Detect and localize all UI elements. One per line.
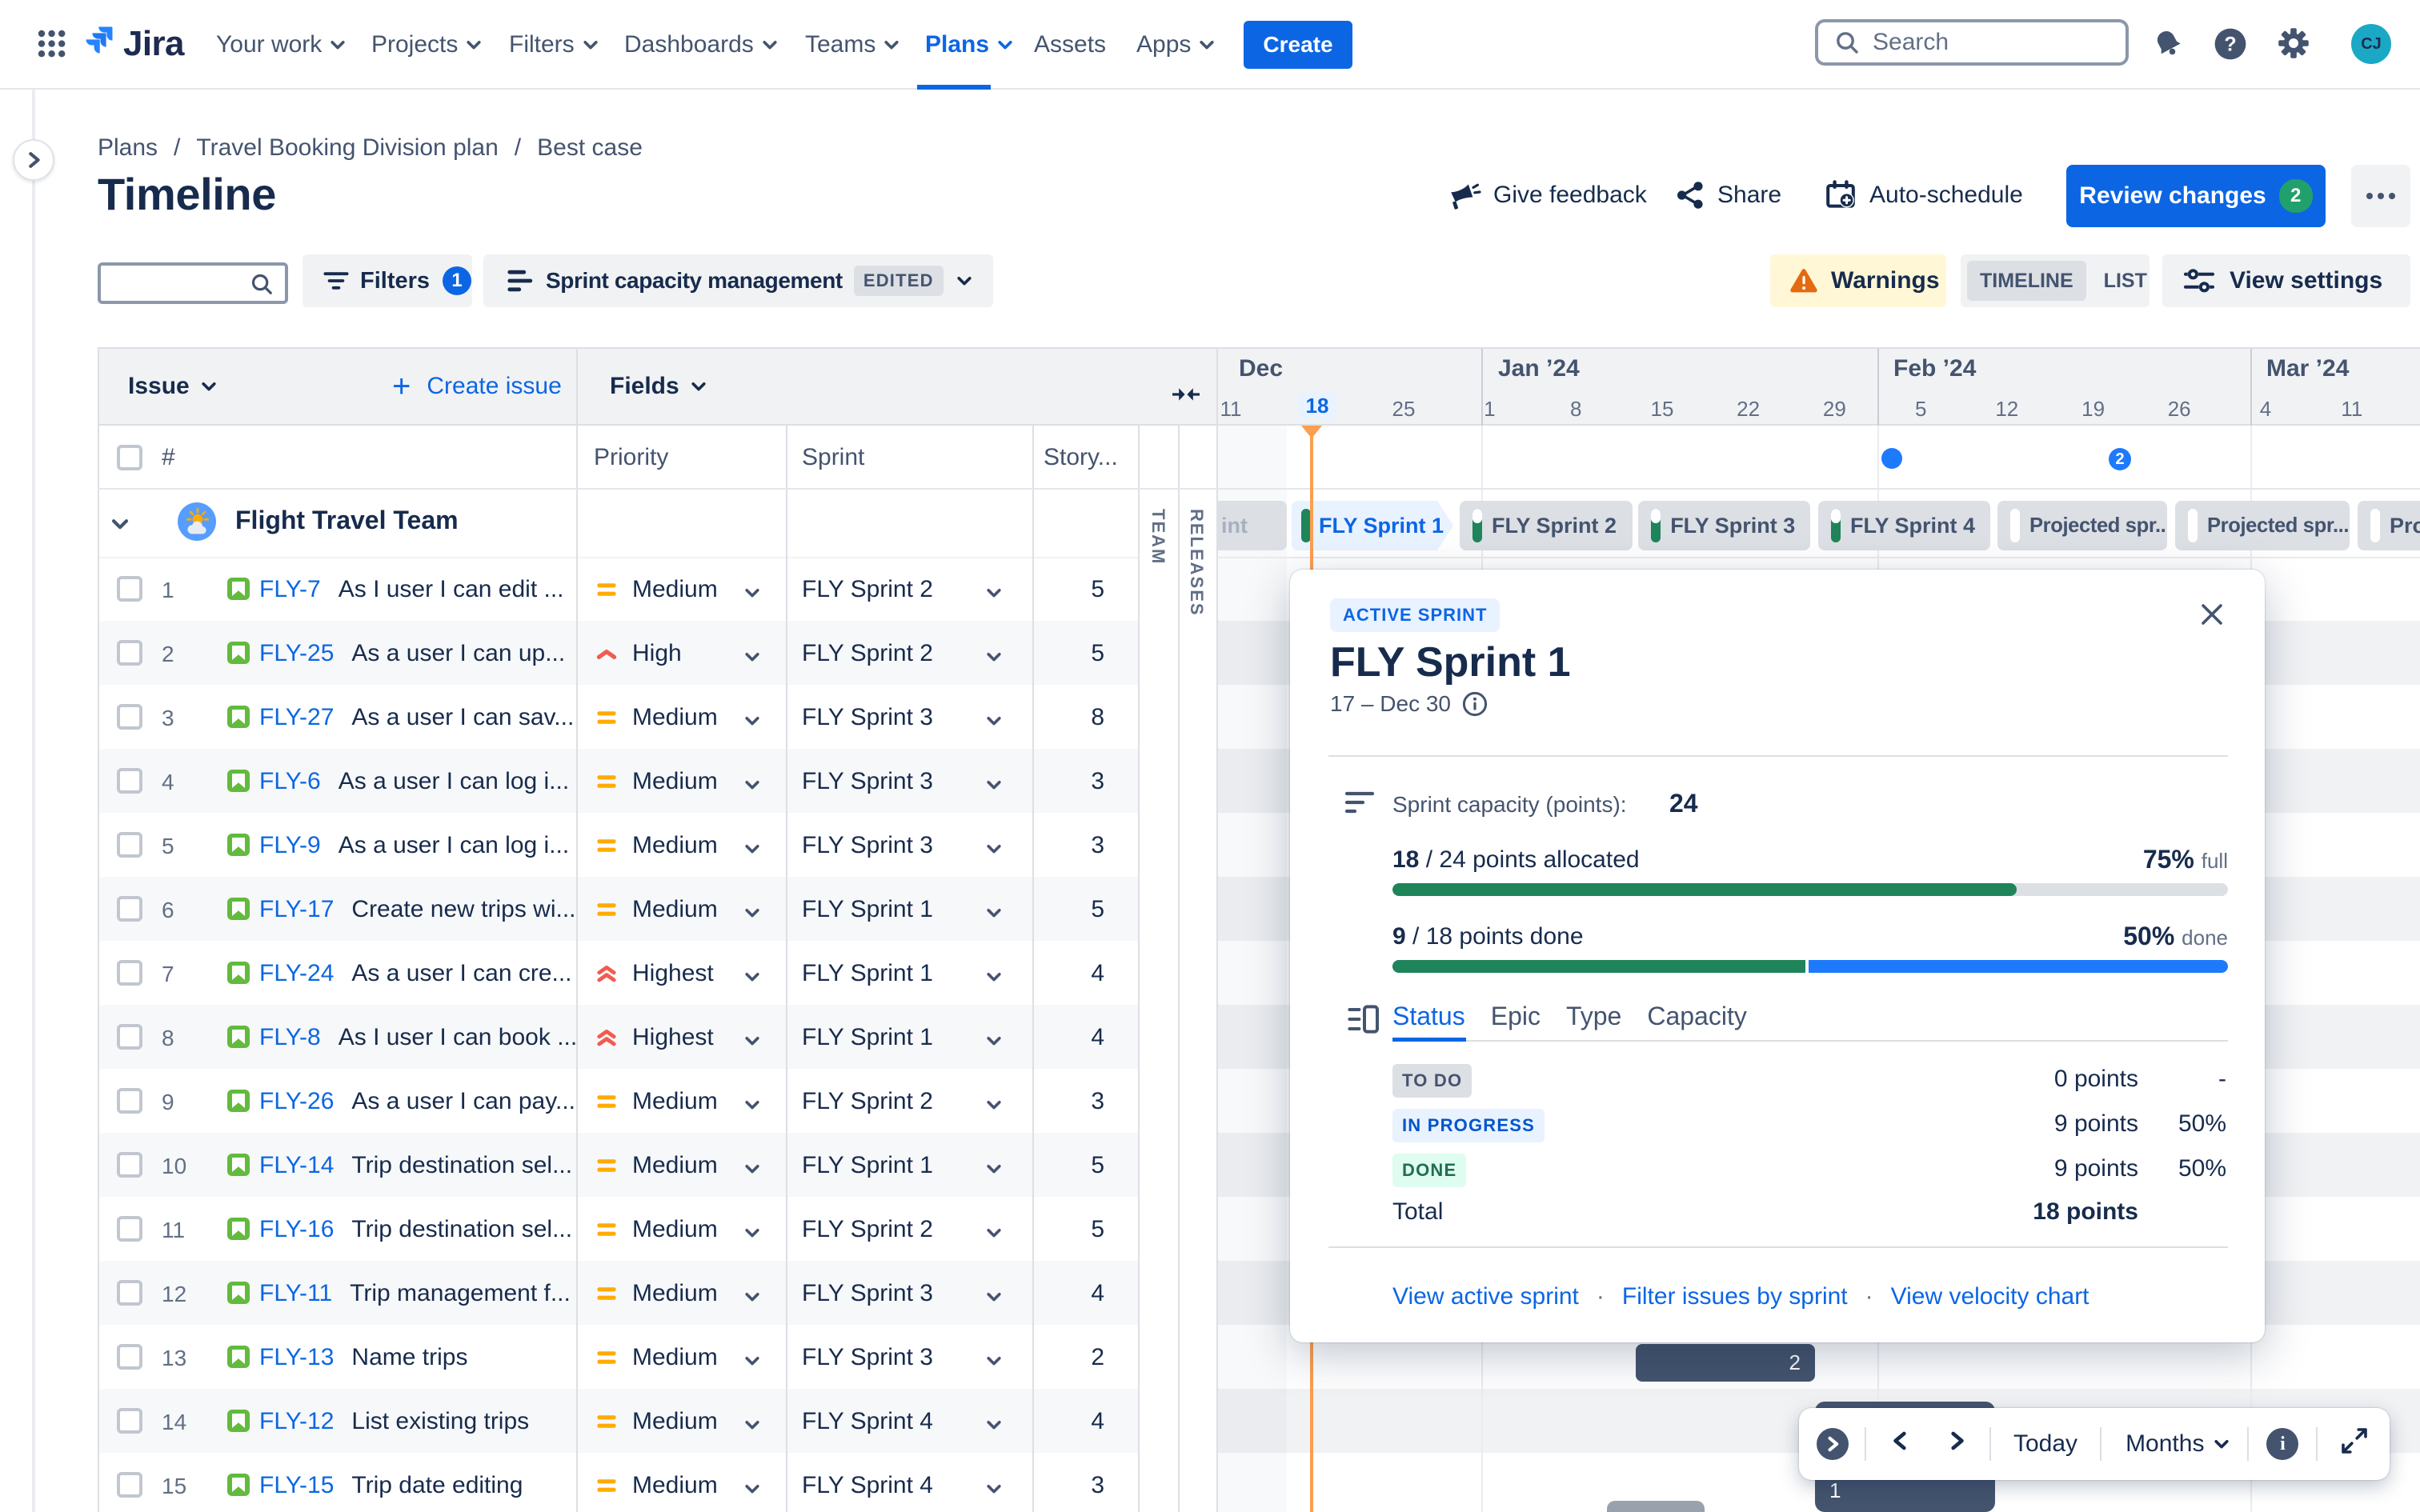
svg-text:?: ? — [2224, 33, 2236, 55]
